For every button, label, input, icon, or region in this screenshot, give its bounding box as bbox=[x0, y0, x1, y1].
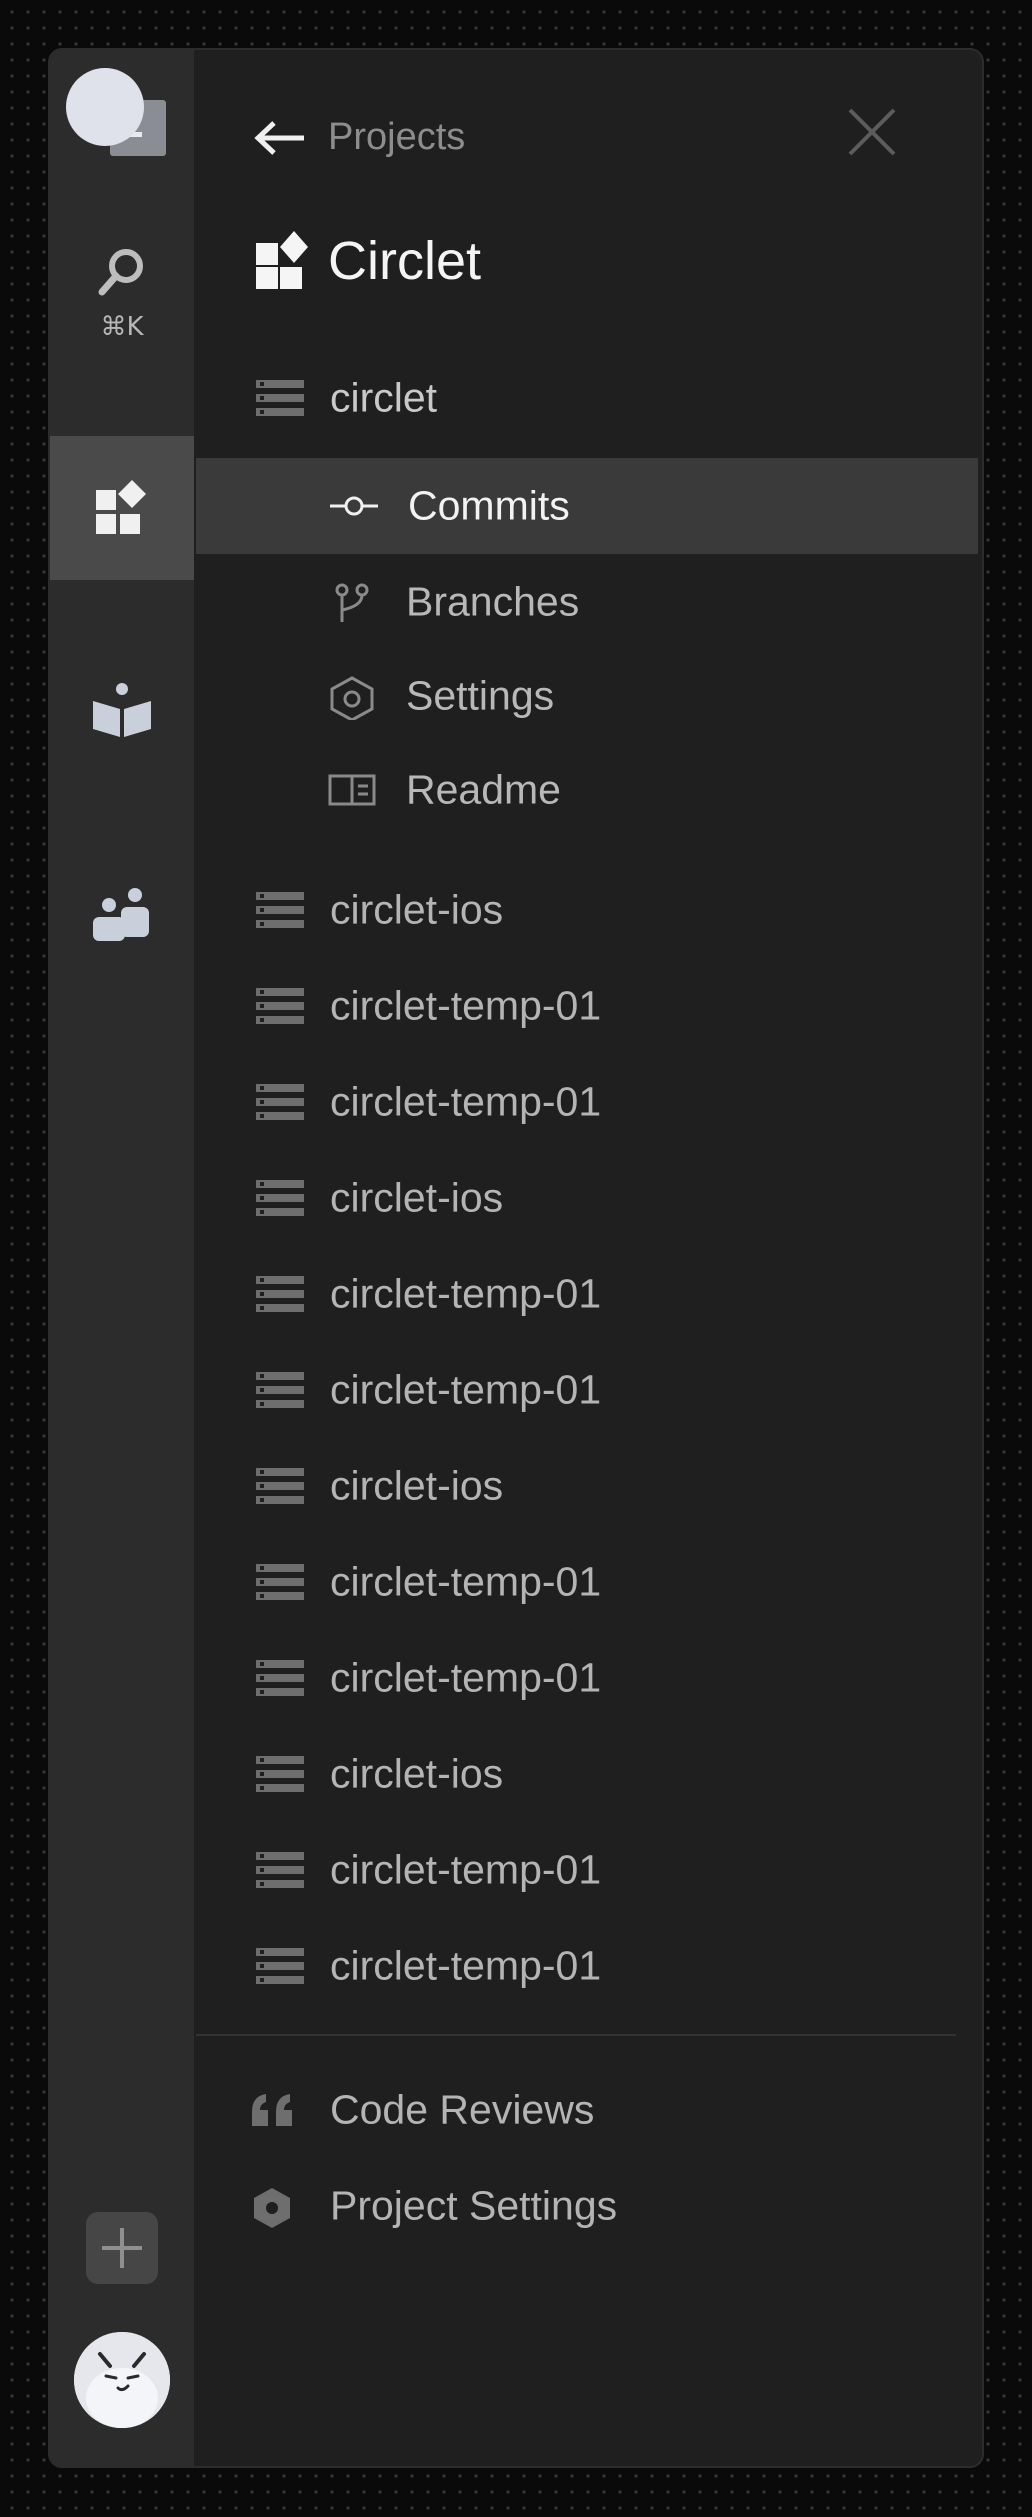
app-window: ⌘K Projects Circlet circlet Commits Bran… bbox=[48, 48, 984, 2468]
project-title: Circlet bbox=[254, 230, 481, 292]
repo-label: circlet-ios bbox=[330, 886, 504, 933]
repo-label: circlet-temp-01 bbox=[330, 1078, 602, 1125]
search-button[interactable]: ⌘K bbox=[50, 242, 194, 342]
projects-nav-button[interactable] bbox=[50, 436, 194, 580]
code-reviews-label: Code Reviews bbox=[330, 2086, 595, 2133]
repo-item[interactable]: circlet-temp-01 bbox=[194, 1342, 982, 1438]
quote-icon bbox=[252, 2094, 292, 2126]
repository-icon bbox=[256, 1660, 304, 1696]
repo-item[interactable]: circlet-ios bbox=[194, 1150, 982, 1246]
repo-label: circlet-ios bbox=[330, 1174, 504, 1221]
app-logo[interactable] bbox=[66, 68, 176, 178]
avatar[interactable] bbox=[74, 2332, 170, 2428]
sub-item-commits[interactable]: Commits bbox=[196, 458, 978, 554]
panel-header: Projects bbox=[194, 94, 982, 174]
code-reviews-item[interactable]: Code Reviews bbox=[194, 2062, 982, 2158]
project-settings-item[interactable]: Project Settings bbox=[194, 2158, 982, 2254]
repository-icon bbox=[256, 1084, 304, 1120]
arrow-left-icon bbox=[254, 120, 304, 155]
hexagon-icon bbox=[330, 676, 374, 720]
sub-item-readme[interactable]: Readme bbox=[194, 742, 982, 838]
sub-item-label: Commits bbox=[408, 482, 570, 529]
bunny-avatar-icon bbox=[74, 2332, 170, 2428]
hexagon-settings-icon bbox=[254, 2188, 290, 2228]
add-button[interactable] bbox=[86, 2212, 158, 2284]
repo-label: circlet bbox=[330, 374, 438, 421]
repository-icon bbox=[256, 1564, 304, 1600]
project-navigator: Projects Circlet circlet Commits Branche… bbox=[194, 50, 982, 2466]
branch-icon bbox=[335, 583, 369, 622]
repo-label: circlet-ios bbox=[330, 1750, 504, 1797]
sub-item-branches[interactable]: Branches bbox=[194, 554, 982, 650]
repo-label: circlet-temp-01 bbox=[330, 1942, 602, 1989]
repository-icon bbox=[256, 1756, 304, 1792]
repo-item[interactable]: circlet-temp-01 bbox=[194, 1534, 982, 1630]
repo-item[interactable]: circlet-temp-01 bbox=[194, 1246, 982, 1342]
repo-label: circlet-temp-01 bbox=[330, 1654, 602, 1701]
team-icon bbox=[93, 888, 149, 941]
projects-icon bbox=[96, 480, 146, 534]
repository-icon bbox=[256, 1276, 304, 1312]
repo-label: circlet-temp-01 bbox=[330, 1846, 602, 1893]
commit-icon bbox=[330, 496, 378, 516]
repo-item[interactable]: circlet-temp-01 bbox=[194, 1822, 982, 1918]
book-reader-icon bbox=[93, 683, 151, 737]
repo-item[interactable]: circlet-temp-01 bbox=[194, 1054, 982, 1150]
repo-item[interactable]: circlet-temp-01 bbox=[194, 958, 982, 1054]
repository-icon bbox=[256, 380, 304, 416]
sub-item-label: Branches bbox=[406, 578, 580, 625]
divider bbox=[196, 2034, 956, 2036]
repository-icon bbox=[256, 1468, 304, 1504]
back-label: Projects bbox=[328, 116, 466, 158]
repository-icon bbox=[256, 1852, 304, 1888]
repo-item[interactable]: circlet-ios bbox=[194, 1726, 982, 1822]
project-settings-label: Project Settings bbox=[330, 2182, 618, 2229]
back-to-projects[interactable]: Projects bbox=[254, 116, 465, 159]
repo-item[interactable]: circlet-temp-01 bbox=[194, 1918, 982, 2014]
repository-icon bbox=[256, 1372, 304, 1408]
repo-label: circlet-ios bbox=[330, 1462, 504, 1509]
team-nav-button[interactable] bbox=[50, 844, 194, 988]
search-shortcut: ⌘K bbox=[100, 312, 144, 342]
readme-icon bbox=[328, 774, 376, 806]
repository-icon bbox=[256, 1180, 304, 1216]
sub-item-label: Settings bbox=[406, 672, 555, 719]
repo-item[interactable]: circlet-temp-01 bbox=[194, 1630, 982, 1726]
close-icon[interactable] bbox=[846, 106, 898, 158]
repo-label: circlet-temp-01 bbox=[330, 1270, 602, 1317]
repo-item[interactable]: circlet-ios bbox=[194, 1438, 982, 1534]
project-title-text: Circlet bbox=[328, 231, 482, 291]
left-rail: ⌘K bbox=[50, 50, 194, 2466]
repo-item[interactable]: circlet-ios bbox=[194, 862, 982, 958]
docs-nav-button[interactable] bbox=[50, 640, 194, 784]
repo-item-circlet[interactable]: circlet bbox=[194, 350, 982, 446]
sub-item-settings[interactable]: Settings bbox=[194, 648, 982, 744]
repo-label: circlet-temp-01 bbox=[330, 982, 602, 1029]
project-icon bbox=[256, 231, 308, 289]
plus-icon bbox=[102, 2228, 142, 2268]
repository-icon bbox=[256, 988, 304, 1024]
search-icon bbox=[98, 249, 143, 296]
repo-label: circlet-temp-01 bbox=[330, 1366, 602, 1413]
repo-label: circlet-temp-01 bbox=[330, 1558, 602, 1605]
repository-icon bbox=[256, 892, 304, 928]
repository-icon bbox=[256, 1948, 304, 1984]
sub-item-label: Readme bbox=[406, 766, 561, 813]
